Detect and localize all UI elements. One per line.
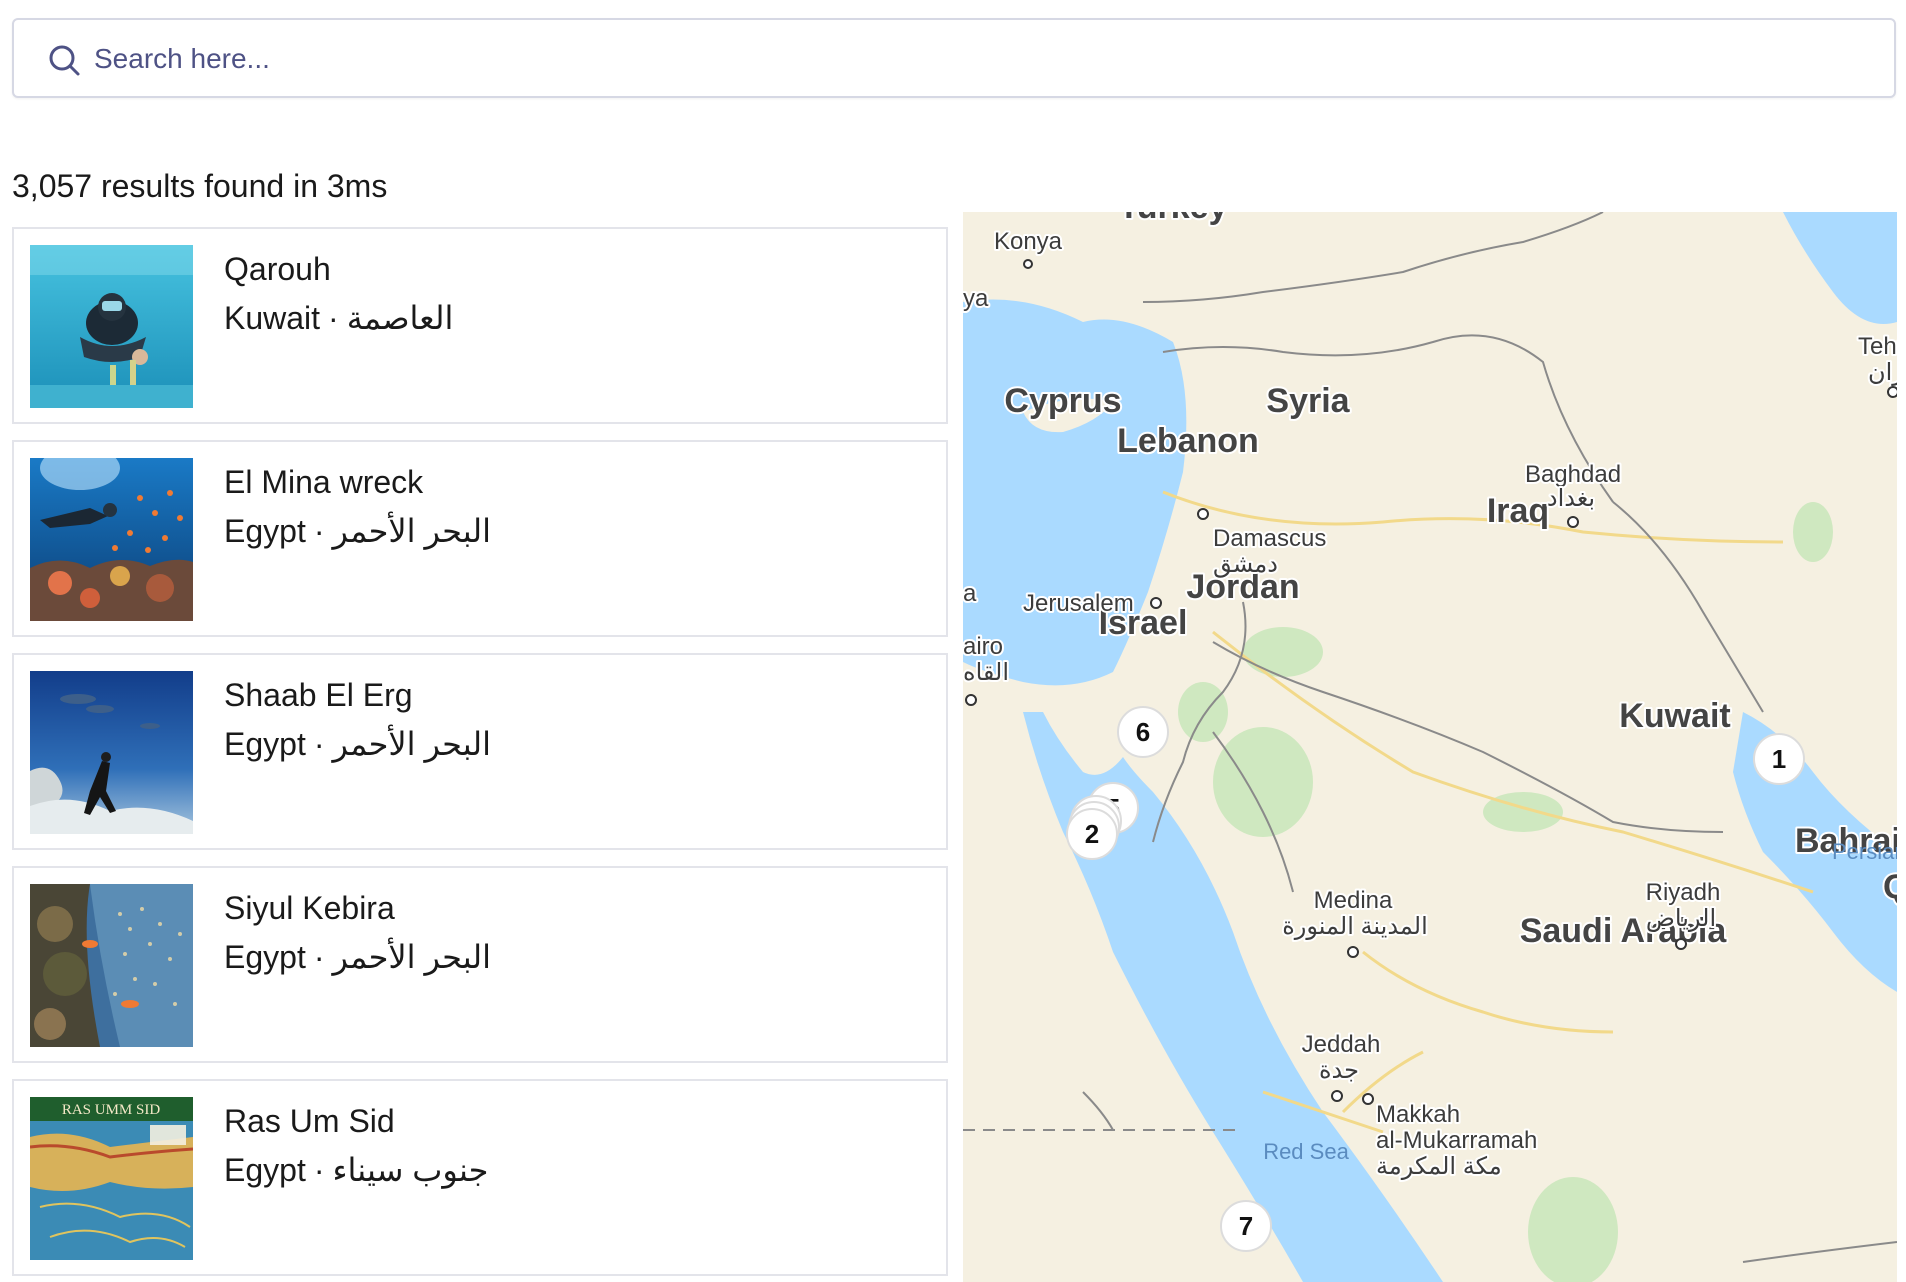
result-location: Egypt · البحر الأحمر (224, 725, 491, 763)
map-label-cyprus: Cyprus (1004, 382, 1121, 420)
map-marker[interactable]: 1 (1753, 733, 1805, 785)
result-region: العاصمة (346, 300, 454, 336)
map-label-ya: ya (963, 285, 989, 312)
result-country: Egypt (224, 513, 306, 549)
map-label-jerusalem: Jerusalem (1023, 590, 1134, 617)
result-region: جنوب سيناء (332, 1152, 489, 1188)
map-label-medina: Medina (1314, 887, 1393, 914)
map-label-jeddah: Jeddah (1302, 1031, 1381, 1058)
map-label-makkah-2: al-Mukarramah (1376, 1127, 1537, 1154)
city-dot (1675, 938, 1687, 950)
city-dot (1362, 1093, 1374, 1105)
separator: · (313, 1152, 325, 1188)
result-region: البحر الأحمر (332, 513, 492, 549)
city-dot (1887, 386, 1897, 398)
map-label-medina-ar: المدينة المنورة (1282, 913, 1428, 940)
marker-count: 6 (1136, 717, 1150, 747)
city-dot (965, 694, 977, 706)
map-label-tehran-ar: ران (1868, 359, 1897, 386)
search-input[interactable] (94, 32, 1874, 86)
map-label-lebanon: Lebanon (1117, 422, 1259, 460)
result-title: Qarouh (224, 251, 331, 287)
result-title: Shaab El Erg (224, 677, 413, 713)
city-dot (1331, 1090, 1343, 1102)
map-marker[interactable]: 6 (1117, 706, 1169, 758)
map-label-riyadh-ar: الرياض (1646, 905, 1716, 932)
map-label-baghdad-ar: بغداد (1547, 485, 1595, 512)
city-dot (1197, 508, 1209, 520)
result-location: Egypt · جنوب سيناء (224, 1151, 488, 1189)
marker-count: 1 (1772, 744, 1786, 774)
result-thumbnail (30, 245, 193, 408)
map-canvas[interactable]: Turkey Cyprus Syria Lebanon Jordan Israe… (963, 212, 1897, 1282)
map-label-konya: Konya (994, 228, 1063, 255)
result-country: Egypt (224, 939, 306, 975)
city-dot (1150, 597, 1162, 609)
result-location: Egypt · البحر الأحمر (224, 938, 491, 976)
map-label-tehran: Tehr (1858, 333, 1897, 360)
map-label-syria: Syria (1266, 382, 1350, 420)
map-label-riyadh: Riyadh (1646, 879, 1721, 906)
result-location: Kuwait · العاصمة (224, 299, 453, 337)
map-marker[interactable]: 7 (1220, 1200, 1272, 1252)
search-bar[interactable] (12, 18, 1896, 98)
map-marker[interactable]: 2 (1066, 808, 1118, 860)
result-card[interactable]: El Mina wreck Egypt · البحر الأحمر (12, 440, 948, 637)
result-title: Siyul Kebira (224, 890, 395, 926)
result-card[interactable]: RAS UMM SID Ras Um Sid Egypt · جنوب سيناء (12, 1079, 948, 1276)
map-label-damascus: Damascus (1213, 525, 1326, 552)
search-icon (49, 45, 80, 76)
result-location: Egypt · البحر الأحمر (224, 512, 491, 550)
marker-count: 2 (1085, 819, 1099, 849)
thumb-title: RAS UMM SID (62, 1102, 161, 1118)
result-card[interactable]: Shaab El Erg Egypt · البحر الأحمر (12, 653, 948, 850)
map-label-makkah: Makkah (1376, 1101, 1460, 1128)
separator: · (313, 726, 325, 762)
map-label-cairo: airo (963, 633, 1003, 660)
map-label-iraq: Iraq (1487, 492, 1549, 530)
result-region: البحر الأحمر (332, 726, 492, 762)
result-thumbnail: RAS UMM SID (30, 1097, 193, 1260)
map[interactable]: Turkey Cyprus Syria Lebanon Jordan Israe… (963, 212, 1897, 1282)
result-title: El Mina wreck (224, 464, 424, 500)
result-title: Ras Um Sid (224, 1103, 395, 1139)
map-label-cairo-ar: القاه (963, 659, 1009, 686)
marker-count: 7 (1239, 1211, 1253, 1241)
result-card[interactable]: Siyul Kebira Egypt · البحر الأحمر (12, 866, 948, 1063)
map-label-red-sea: Red Sea (1263, 1139, 1349, 1164)
city-dot (1023, 259, 1033, 269)
result-country: Egypt (224, 1152, 306, 1188)
result-country: Egypt (224, 726, 306, 762)
result-country: Kuwait (224, 300, 321, 336)
map-label-kuwait: Kuwait (1619, 697, 1730, 735)
separator: · (328, 300, 339, 336)
map-label-turkey: Turkey (1119, 212, 1228, 226)
map-label-baghdad: Baghdad (1525, 461, 1621, 488)
result-thumbnail (30, 671, 193, 834)
city-dot (1347, 946, 1359, 958)
results-list: Qarouh Kuwait · العاصمة El Mina wreck Eg… (12, 227, 948, 1282)
map-label-jeddah-ar: جدة (1319, 1057, 1359, 1084)
map-label-makkah-ar: مكة المكرمة (1376, 1153, 1502, 1180)
city-dot (1567, 516, 1579, 528)
result-thumbnail (30, 458, 193, 621)
separator: · (313, 939, 325, 975)
map-label-damascus-ar: دمشق (1213, 551, 1278, 578)
result-region: البحر الأحمر (332, 939, 492, 975)
separator: · (313, 513, 325, 549)
results-summary: 3,057 results found in 3ms (12, 168, 388, 204)
result-card[interactable]: Qarouh Kuwait · العاصمة (12, 227, 948, 424)
result-thumbnail (30, 884, 193, 1047)
map-label-a: a (963, 580, 977, 607)
map-label-persian-gulf: Persian (1832, 839, 1897, 864)
map-label-qatar: Q (1883, 868, 1897, 906)
